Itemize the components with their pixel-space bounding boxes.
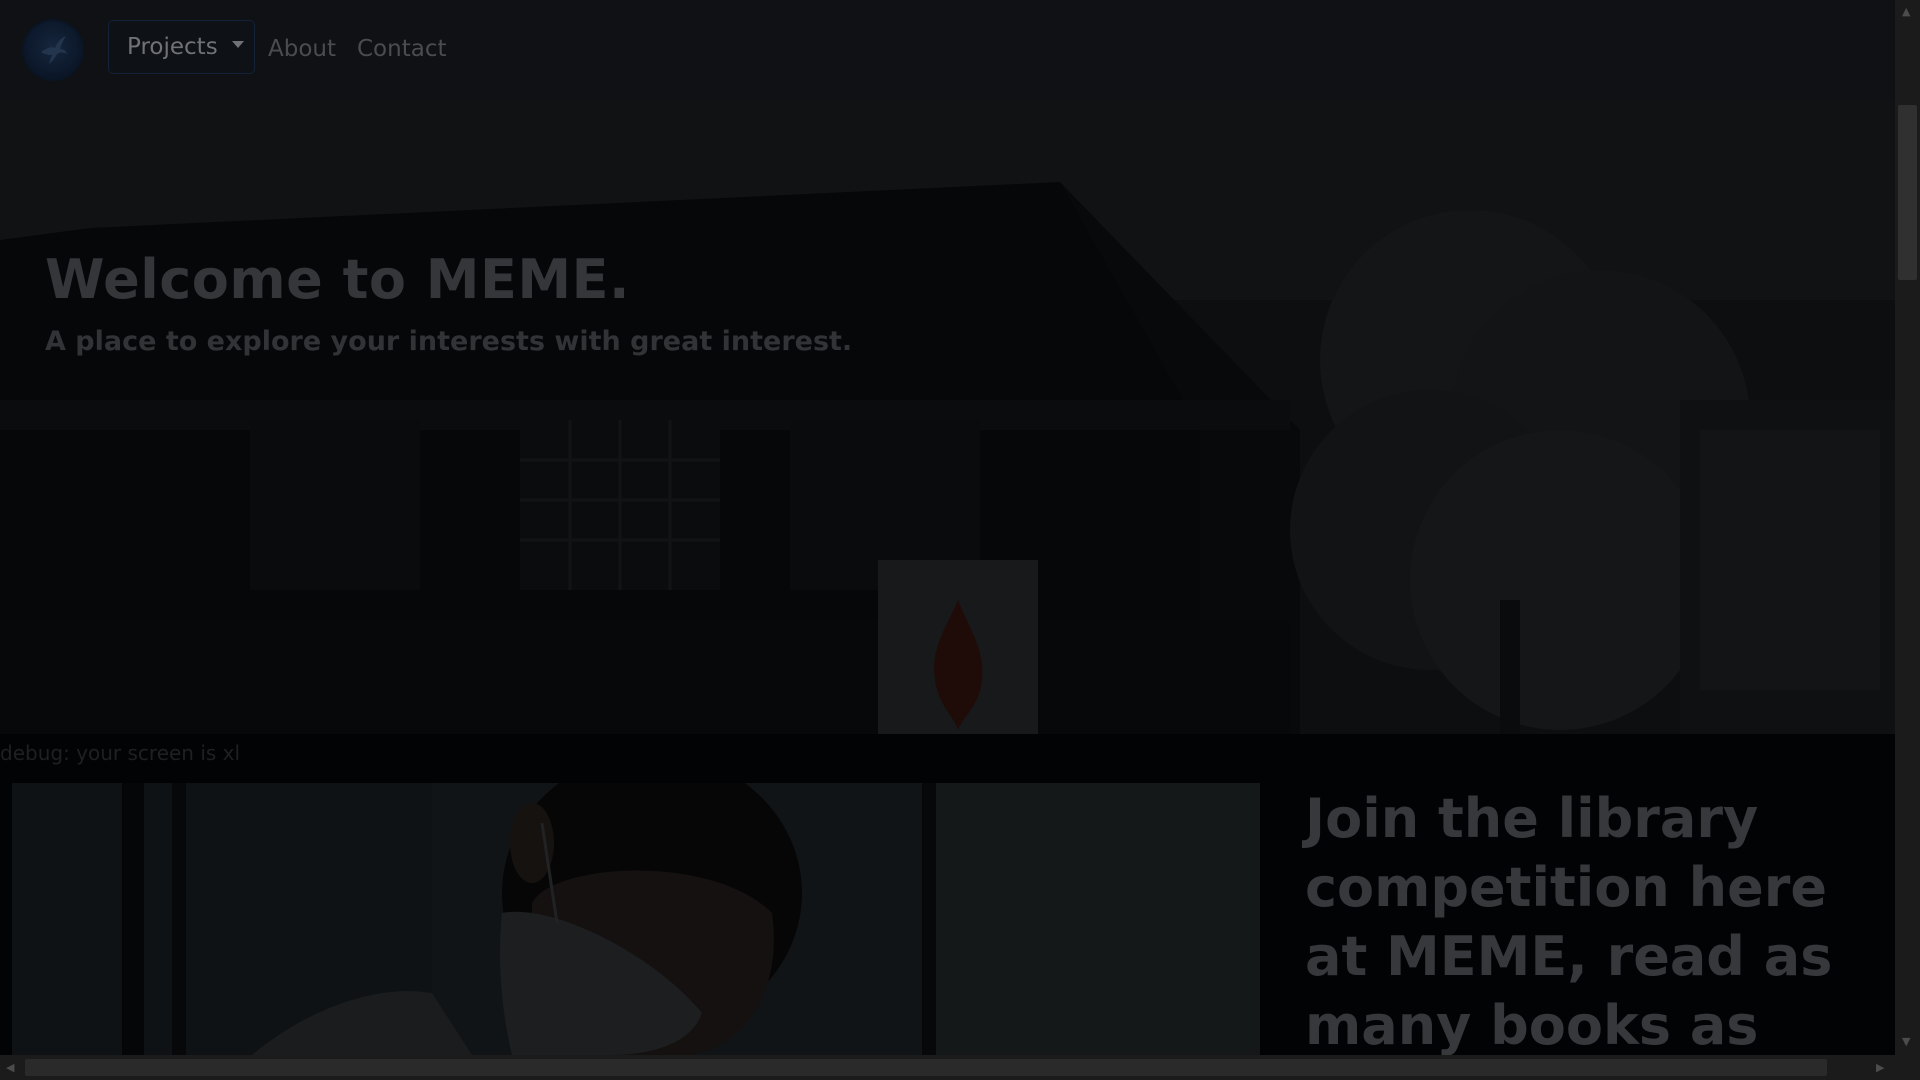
projects-label: Projects <box>127 34 218 60</box>
student-reading-photo <box>12 783 1260 1055</box>
scroll-left-icon[interactable]: ◀ <box>6 1062 14 1073</box>
vertical-scrollbar[interactable]: ▲ ▼ <box>1895 0 1920 1055</box>
scroll-up-icon[interactable]: ▲ <box>1902 6 1910 17</box>
horizontal-scrollbar-thumb[interactable] <box>25 1059 1827 1076</box>
projects-dropdown-button[interactable]: Projects <box>108 20 255 74</box>
nav-link-contact[interactable]: Contact <box>357 36 446 62</box>
library-competition-text: Join the library competition here at MEM… <box>1305 787 1833 1055</box>
page: Projects About Contact Welcome to MEME. … <box>0 0 1895 1055</box>
site-logo[interactable] <box>24 21 82 79</box>
hero-title: Welcome to MEME. <box>45 248 631 311</box>
school-building-background-image <box>0 100 1895 734</box>
horizontal-scrollbar[interactable]: ◀ ▶ <box>0 1055 1895 1080</box>
scroll-right-icon[interactable]: ▶ <box>1876 1062 1884 1073</box>
hero-subtitle: A place to explore your interests with g… <box>45 326 853 357</box>
hero-banner: Welcome to MEME. A place to explore your… <box>0 100 1895 734</box>
scrollbar-corner <box>1895 1055 1920 1080</box>
vertical-scrollbar-thumb[interactable] <box>1898 105 1917 280</box>
nav-link-about[interactable]: About <box>268 36 336 62</box>
hummingbird-logo-icon <box>41 36 67 64</box>
scroll-down-icon[interactable]: ▼ <box>1902 1036 1910 1047</box>
navbar: Projects About Contact <box>0 0 1895 100</box>
debug-screen-size-text: debug: your screen is xl <box>0 741 241 765</box>
caret-down-icon <box>231 40 244 48</box>
